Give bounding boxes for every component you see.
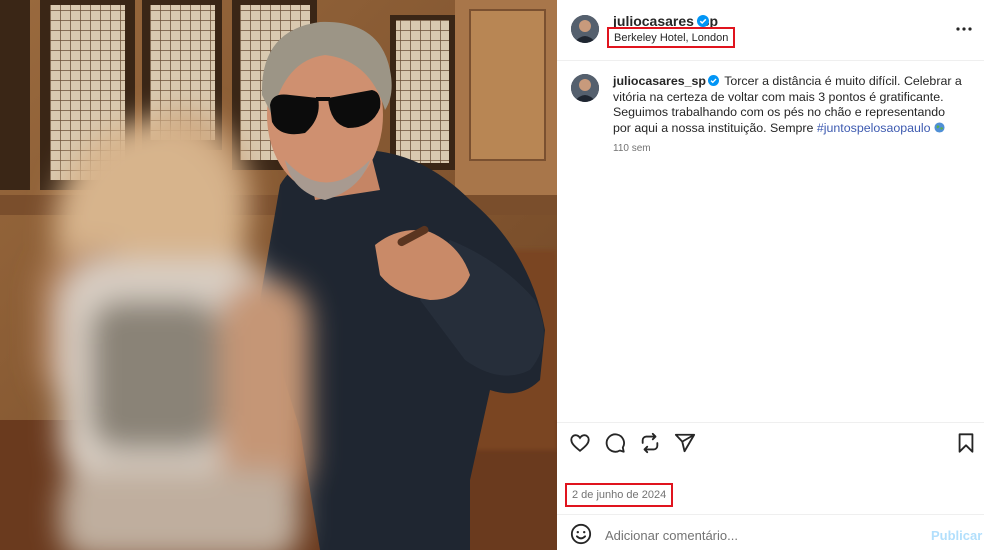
verified-badge-icon xyxy=(707,75,719,86)
more-dots-icon[interactable] xyxy=(955,20,973,38)
send-icon[interactable] xyxy=(674,432,696,454)
bookmark-icon[interactable] xyxy=(955,432,977,454)
post-details-panel: juliocasares_sp Berkeley Hotel, London j… xyxy=(557,0,984,550)
heart-icon[interactable] xyxy=(569,432,591,454)
caption-text: juliocasares_sp Torcer a distância é mui… xyxy=(613,74,963,136)
caption-username[interactable]: juliocasares_sp xyxy=(613,74,706,88)
post-photo-image xyxy=(0,0,557,550)
post-age: 110 sem xyxy=(613,143,651,154)
share-icon[interactable] xyxy=(639,432,661,454)
instagram-post: juliocasares_sp Berkeley Hotel, London j… xyxy=(0,0,984,550)
post-date[interactable]: 2 de junho de 2024 xyxy=(565,483,674,507)
post-date-label: 2 de junho de 2024 xyxy=(572,489,667,501)
comment-input[interactable] xyxy=(605,526,905,544)
caption-hashtag[interactable]: #juntospelosaopaulo xyxy=(817,121,931,135)
header-divider xyxy=(557,60,984,61)
comment-icon[interactable] xyxy=(604,432,626,454)
emoji-icon[interactable] xyxy=(570,523,592,545)
caption-author-avatar[interactable] xyxy=(571,74,599,102)
actions-divider xyxy=(557,422,984,423)
publish-button[interactable]: Publicar xyxy=(931,528,982,543)
post-photo[interactable] xyxy=(0,0,557,550)
comment-bar: Publicar xyxy=(557,518,984,550)
location-label: Berkeley Hotel, London xyxy=(614,32,729,44)
comment-divider xyxy=(557,514,984,515)
author-avatar[interactable] xyxy=(571,15,599,43)
verified-badge-icon xyxy=(697,15,709,27)
location-link[interactable]: Berkeley Hotel, London xyxy=(607,27,736,48)
globe-emoji-icon xyxy=(934,122,945,133)
action-bar xyxy=(557,430,984,458)
post-header: juliocasares_sp Berkeley Hotel, London xyxy=(557,0,984,60)
